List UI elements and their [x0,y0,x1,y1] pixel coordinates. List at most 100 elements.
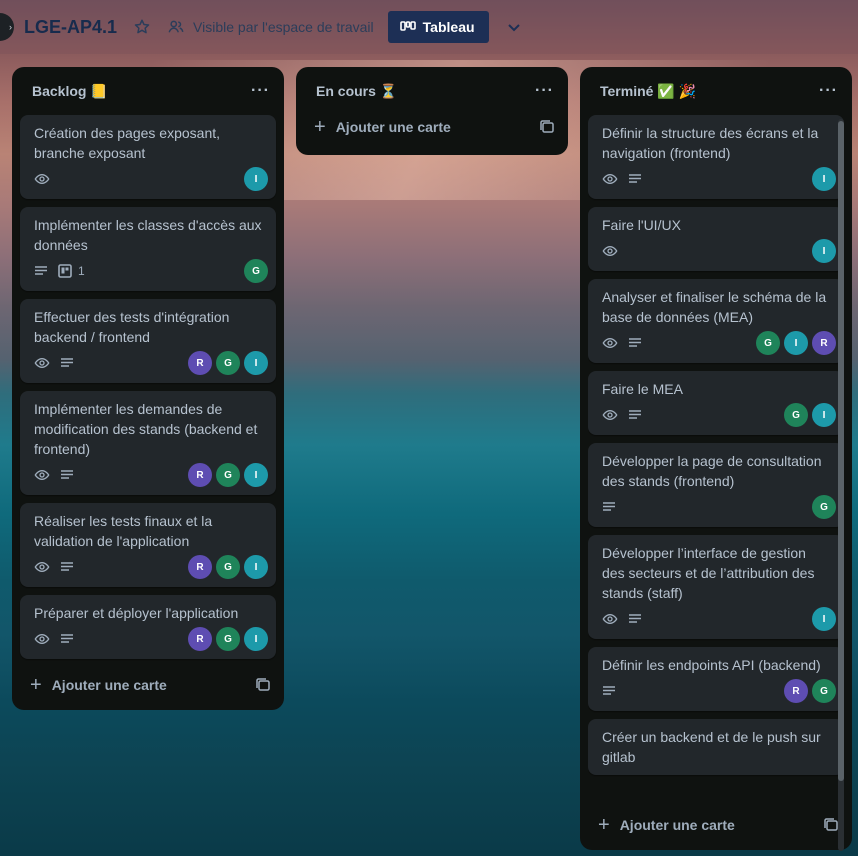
board-title[interactable]: LGE-AP4.1 [24,17,117,38]
avatar[interactable]: G [216,627,240,651]
card-badges [602,243,618,259]
watching-eye-icon [602,171,618,187]
scrollbar[interactable] [838,119,844,851]
avatar[interactable]: I [812,607,836,631]
avatar[interactable]: I [244,463,268,487]
avatar[interactable]: I [784,331,808,355]
card[interactable]: Créer un backend et de le push sur gitla… [588,719,844,775]
description-icon [628,336,642,350]
watching-eye-icon [34,467,50,483]
description-icon [628,172,642,186]
card[interactable]: Faire le MEA G I [588,371,844,435]
list-title[interactable]: Terminé ✅ 🎉 [600,83,696,100]
more-icon[interactable]: ··· [819,82,838,100]
avatar[interactable]: I [812,239,836,263]
add-card-button[interactable]: + Ajouter une carte [588,807,844,843]
card-members: GIR [756,331,836,355]
avatar[interactable]: G [244,259,268,283]
card-footer: RGI [34,555,268,579]
card-title: Préparer et déployer l'application [34,605,239,621]
add-card-label: Ajouter une carte [335,119,451,135]
card-footer: RG [602,679,836,703]
back-button[interactable]: › [0,13,14,41]
avatar[interactable]: R [188,627,212,651]
card-members: GI [784,403,836,427]
avatar[interactable]: I [244,167,268,191]
more-icon[interactable]: ··· [535,82,554,100]
avatar[interactable]: I [812,167,836,191]
card-badges [34,355,74,371]
watching-eye-icon [34,171,50,187]
add-card-label: Ajouter une carte [51,677,167,693]
avatar[interactable]: G [216,351,240,375]
card[interactable]: Définir la structure des écrans et la na… [588,115,844,199]
scrollbar-thumb[interactable] [838,121,844,781]
card[interactable]: Faire l'UI/UX I [588,207,844,271]
card[interactable]: Développer la page de consultation des s… [588,443,844,527]
card-footer: 1G [34,259,268,283]
view-switcher-chevron-icon[interactable] [503,16,525,38]
card[interactable]: Effectuer des tests d'intégration backen… [20,299,276,383]
avatar[interactable]: R [188,351,212,375]
card[interactable]: Implémenter les classes d'accès aux donn… [20,207,276,291]
card-badges: 1 [34,264,85,278]
chevron-right-icon: › [9,22,12,32]
avatar[interactable]: G [756,331,780,355]
template-icon[interactable] [540,120,554,134]
add-card-button[interactable]: + Ajouter une carte [304,109,560,145]
avatar[interactable]: I [244,627,268,651]
avatar[interactable]: I [812,403,836,427]
star-icon[interactable] [131,16,153,38]
watching-eye-icon [34,355,50,371]
visibility-button[interactable]: Visible par l'espace de travail [167,18,374,36]
watching-eye-icon [34,631,50,647]
avatar[interactable]: I [244,351,268,375]
watching-eye-icon [602,243,618,259]
more-icon[interactable]: ··· [251,82,270,100]
avatar[interactable]: R [188,463,212,487]
card-title: Implémenter les demandes de modification… [34,401,258,457]
avatar[interactable]: R [812,331,836,355]
card-title: Création des pages exposant, branche exp… [34,125,221,161]
checklist-badge: 1 [58,264,85,278]
card[interactable]: Réaliser les tests finaux et la validati… [20,503,276,587]
add-card-button[interactable]: + Ajouter une carte [20,667,276,703]
card-footer: RGI [34,463,268,487]
description-icon [34,264,48,278]
card[interactable]: Création des pages exposant, branche exp… [20,115,276,199]
card[interactable]: Implémenter les demandes de modification… [20,391,276,495]
card-title: Créer un backend et de le push sur gitla… [602,729,821,765]
card-footer: RGI [34,627,268,651]
view-label: Tableau [422,19,475,35]
card-members: I [812,607,836,631]
avatar[interactable]: G [216,463,240,487]
avatar[interactable]: R [784,679,808,703]
plus-icon: + [598,813,610,836]
avatar[interactable]: G [812,495,836,519]
avatar[interactable]: R [188,555,212,579]
card-title: Implémenter les classes d'accès aux donn… [34,217,262,253]
board-view-button[interactable]: Tableau [387,11,489,43]
card[interactable]: Analyser et finaliser le schéma de la ba… [588,279,844,363]
description-icon [60,356,74,370]
avatar[interactable]: G [784,403,808,427]
card[interactable]: Développer l’interface de gestion des se… [588,535,844,639]
list-termine: Terminé ✅ 🎉 ··· Définir la structure des… [580,67,852,851]
card[interactable]: Définir les endpoints API (backend) R G [588,647,844,711]
card[interactable]: Préparer et déployer l'application R G I [20,595,276,659]
description-icon [60,468,74,482]
add-card-label: Ajouter une carte [619,817,735,833]
avatar[interactable]: G [216,555,240,579]
avatar[interactable]: G [812,679,836,703]
card-title: Effectuer des tests d'intégration backen… [34,309,230,345]
list-title[interactable]: Backlog 📒 [32,83,108,100]
list-scroll-area: Définir la structure des écrans et la na… [588,115,844,803]
template-icon[interactable] [824,818,838,832]
list-title[interactable]: En cours ⏳ [316,83,397,100]
template-icon[interactable] [256,678,270,692]
plus-icon: + [314,115,326,138]
card-badges [602,500,616,514]
description-icon [628,408,642,422]
card-footer: I [602,607,836,631]
avatar[interactable]: I [244,555,268,579]
